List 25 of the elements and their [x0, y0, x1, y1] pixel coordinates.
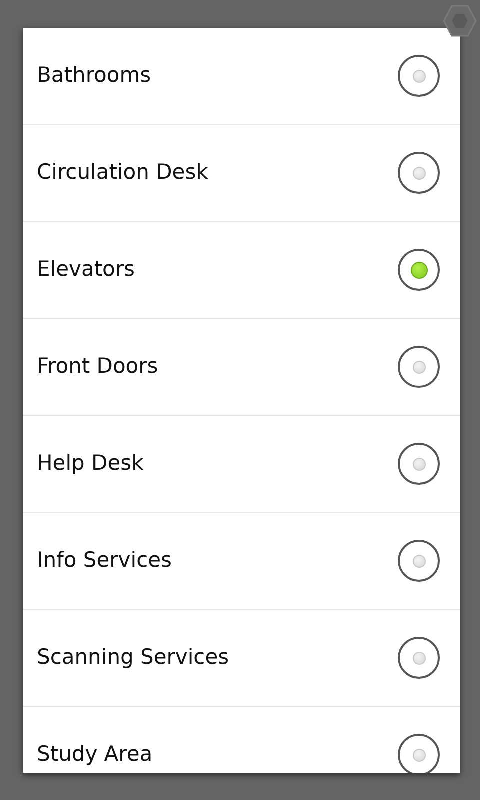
- option-label: Elevators: [37, 256, 135, 284]
- option-row[interactable]: Bathrooms: [23, 28, 460, 125]
- option-label: Front Doors: [37, 353, 158, 380]
- option-row[interactable]: Info Services: [23, 513, 460, 610]
- hexagon-icon: [443, 4, 477, 38]
- option-row[interactable]: Circulation Desk: [23, 125, 460, 222]
- option-row[interactable]: Help Desk: [23, 416, 460, 513]
- option-label: Info Services: [37, 547, 172, 574]
- radio-button[interactable]: [398, 249, 440, 291]
- option-label: Circulation Desk: [37, 159, 208, 186]
- option-row[interactable]: Scanning Services: [23, 610, 460, 707]
- option-row[interactable]: Front Doors: [23, 319, 460, 416]
- radio-button[interactable]: [398, 540, 440, 582]
- radio-button[interactable]: [398, 346, 440, 388]
- radio-button[interactable]: [398, 152, 440, 194]
- option-label: Bathrooms: [37, 62, 152, 90]
- radio-button[interactable]: [398, 55, 440, 97]
- option-row[interactable]: Study Area: [23, 707, 460, 773]
- radio-button[interactable]: [398, 734, 440, 773]
- option-label: Help Desk: [37, 450, 144, 478]
- radio-button[interactable]: [398, 637, 440, 679]
- option-label: Study Area: [37, 741, 153, 768]
- radio-button[interactable]: [398, 443, 440, 485]
- option-label: Scanning Services: [37, 644, 230, 672]
- option-row[interactable]: Elevators: [23, 222, 460, 319]
